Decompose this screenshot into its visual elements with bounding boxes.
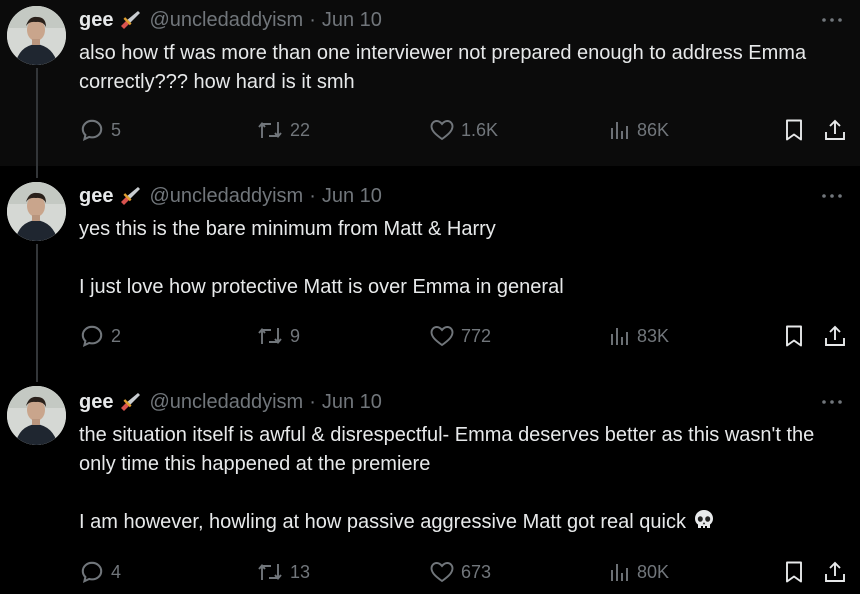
like-count: 772 <box>461 325 492 346</box>
share-button[interactable] <box>824 558 846 586</box>
like-button[interactable]: 673 <box>429 558 491 586</box>
tweet[interactable]: gee @uncledaddyism · Jun 10 the situatio… <box>0 362 860 594</box>
bookmark-button[interactable] <box>783 116 805 144</box>
like-count: 1.6K <box>461 119 499 140</box>
tweet-text: the situation itself is awful & disrespe… <box>79 421 849 541</box>
more-icon[interactable] <box>818 388 846 416</box>
separator-dot: · <box>309 8 316 31</box>
views-button[interactable]: 86K <box>609 116 669 144</box>
avatar[interactable] <box>7 182 66 241</box>
views-icon <box>609 119 631 141</box>
heart-icon <box>429 324 455 348</box>
bookmark-icon <box>783 324 805 348</box>
bookmark-icon <box>783 560 805 584</box>
tweet-paragraph: yes this is the bare minimum from Matt &… <box>79 218 496 240</box>
more-icon[interactable] <box>818 182 846 210</box>
dagger-icon <box>119 185 141 207</box>
retweet-button[interactable]: 13 <box>256 558 310 586</box>
views-count: 83K <box>637 325 670 346</box>
reply-icon <box>79 559 105 585</box>
more-icon[interactable] <box>818 6 846 34</box>
user-handle[interactable]: @uncledaddyism <box>149 9 303 32</box>
share-icon <box>824 324 846 348</box>
reply-count: 5 <box>111 119 122 140</box>
avatar[interactable] <box>7 386 66 445</box>
tweet-date[interactable]: Jun 10 <box>322 9 382 32</box>
tweet-text: also how tf was more than one interviewe… <box>79 39 849 97</box>
reply-count: 2 <box>111 325 122 346</box>
retweet-count: 22 <box>290 119 311 140</box>
tweet[interactable]: gee @uncledaddyism · Jun 10 also how tf … <box>0 0 860 166</box>
display-name[interactable]: gee <box>79 9 113 32</box>
retweet-count: 13 <box>290 561 311 582</box>
tweet-date[interactable]: Jun 10 <box>322 391 382 414</box>
share-icon <box>824 560 846 584</box>
share-icon <box>824 118 846 142</box>
thread-line <box>36 68 38 166</box>
dagger-icon <box>119 391 141 413</box>
tweet-actions: 5 22 1.6K 86K <box>79 116 860 144</box>
tweet-paragraph: I am however, howling at how passive agg… <box>79 508 849 541</box>
heart-icon <box>429 118 455 142</box>
separator-dot: · <box>309 184 316 207</box>
tweet-paragraph: I just love how protective Matt is over … <box>79 276 564 298</box>
bookmark-icon <box>783 118 805 142</box>
views-button[interactable]: 83K <box>609 322 669 350</box>
avatar[interactable] <box>7 6 66 65</box>
views-icon <box>609 325 631 347</box>
tweet-actions: 2 9 772 83K <box>79 322 860 350</box>
heart-icon <box>429 560 455 584</box>
retweet-count: 9 <box>290 325 301 346</box>
thread-line <box>36 362 38 382</box>
thread-line <box>36 166 38 178</box>
views-count: 80K <box>637 561 670 582</box>
like-button[interactable]: 1.6K <box>429 116 498 144</box>
tweet-text: yes this is the bare minimum from Matt &… <box>79 215 849 302</box>
like-count: 673 <box>461 561 492 582</box>
skull-icon <box>692 508 716 541</box>
reply-button[interactable]: 5 <box>79 116 121 144</box>
retweet-button[interactable]: 22 <box>256 116 310 144</box>
retweet-icon <box>256 118 284 142</box>
display-name[interactable]: gee <box>79 391 113 414</box>
retweet-icon <box>256 324 284 348</box>
like-button[interactable]: 772 <box>429 322 491 350</box>
user-handle[interactable]: @uncledaddyism <box>149 391 303 414</box>
tweet-paragraph-text: I am however, howling at how passive agg… <box>79 511 686 533</box>
reply-count: 4 <box>111 561 122 582</box>
bookmark-button[interactable] <box>783 322 805 350</box>
share-button[interactable] <box>824 116 846 144</box>
separator-dot: · <box>309 390 316 413</box>
bookmark-button[interactable] <box>783 558 805 586</box>
reply-button[interactable]: 4 <box>79 558 121 586</box>
tweet-paragraph: the situation itself is awful & disrespe… <box>79 424 815 475</box>
reply-icon <box>79 323 105 349</box>
user-handle[interactable]: @uncledaddyism <box>149 185 303 208</box>
thread-line <box>36 244 38 362</box>
views-button[interactable]: 80K <box>609 558 669 586</box>
tweet-header: gee @uncledaddyism · Jun 10 <box>79 390 382 414</box>
views-count: 86K <box>637 119 670 140</box>
dagger-icon <box>119 9 141 31</box>
tweet-header: gee @uncledaddyism · Jun 10 <box>79 184 382 208</box>
share-button[interactable] <box>824 322 846 350</box>
tweet-date[interactable]: Jun 10 <box>322 185 382 208</box>
reply-icon <box>79 117 105 143</box>
tweet-header: gee @uncledaddyism · Jun 10 <box>79 8 382 32</box>
views-icon <box>609 561 631 583</box>
reply-button[interactable]: 2 <box>79 322 121 350</box>
tweet-paragraph: also how tf was more than one interviewe… <box>79 42 807 93</box>
retweet-icon <box>256 560 284 584</box>
tweet[interactable]: gee @uncledaddyism · Jun 10 yes this is … <box>0 166 860 362</box>
retweet-button[interactable]: 9 <box>256 322 300 350</box>
display-name[interactable]: gee <box>79 185 113 208</box>
tweet-actions: 4 13 673 80K <box>79 558 860 586</box>
